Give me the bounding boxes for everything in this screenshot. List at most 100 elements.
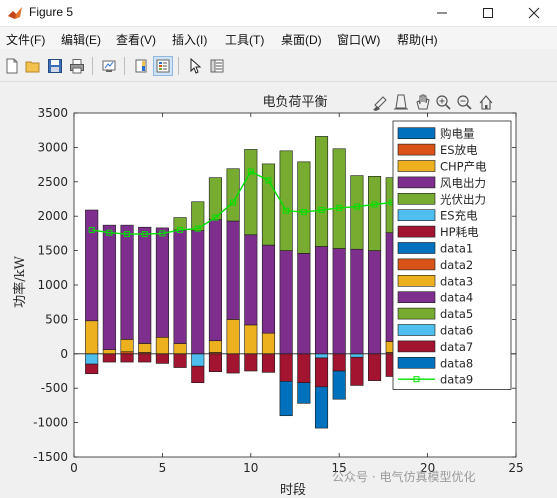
x-tick-label: 0 [70,461,78,475]
legend-label: data4 [440,291,473,305]
property-inspector-button[interactable] [207,56,227,76]
bar-neg-s1-t16 [350,356,364,386]
legend-swatch [397,274,436,287]
y-tick-label: 500 [45,312,68,326]
legend-label: ES充电 [440,209,478,223]
print-button[interactable] [67,56,87,76]
menu-tools[interactable]: 工具(T) [225,31,264,48]
legend-label: ES放电 [440,143,478,157]
minimize-icon [437,12,447,14]
pointer-icon [190,58,202,74]
bar-pos-s2-t6 [173,343,187,355]
bar-pos-s3-t7 [191,230,205,355]
save-button[interactable] [45,56,65,76]
close-button[interactable] [511,0,557,26]
open-file-icon [25,61,40,73]
y-tick-label: 2500 [37,175,68,189]
bar-pos-s3-t1 [85,209,99,322]
bar-pos-s3-t17 [368,250,382,355]
chart-title: 电负荷平衡 [262,95,327,110]
y-tick-label: 2000 [37,209,68,223]
bar-neg-s1-t12 [279,353,293,382]
bar-neg-s1-t17 [368,353,382,381]
bar-pos-s3-t9 [226,220,240,320]
link-plot-button[interactable] [99,56,119,76]
bar-pos-s4-t12 [279,150,293,251]
bar-neg-s2-t15 [332,370,346,400]
insert-colorbar-button[interactable] [131,56,151,76]
brush-icon-part [374,96,387,109]
maximize-button[interactable] [465,0,511,26]
legend-label: data1 [440,242,473,256]
bar-neg-s1-t15 [332,353,346,372]
bar-neg-s1-t13 [297,353,311,383]
legend-label: data6 [440,324,473,338]
x-tick-label: 25 [508,461,523,475]
bar-neg-s1-t4 [138,353,152,363]
bar-pos-s3-t2 [102,224,116,350]
bar-pos-s4-t13 [297,161,311,254]
y-tick-label: 0 [60,347,68,361]
home-icon[interactable] [479,95,493,110]
datatip-icon[interactable] [394,94,408,110]
pan-icon-part [416,94,430,110]
legend-swatch [397,258,436,271]
x-tick-label: 10 [243,461,258,475]
zoom-in-icon[interactable] [436,95,451,110]
zoom-in-icon-part [445,104,451,110]
zoom-out-icon[interactable] [457,95,472,110]
insert-legend-button[interactable] [153,56,173,76]
bar-pos-s4-t17 [368,175,382,251]
zoom-out-icon-part [466,104,472,110]
legend-swatch [397,324,436,336]
minimize-button[interactable] [419,0,465,26]
bar-pos-s4-t16 [350,175,364,250]
bar-neg-s1-t6 [173,353,187,368]
menu-bar: 文件(F) 编辑(E) 查看(V) 插入(I) 工具(T) 桌面(D) 窗口(W… [0,27,557,49]
pan-icon[interactable] [416,94,430,110]
menu-edit[interactable]: 编辑(E) [61,31,101,48]
bar-pos-s3-t8 [208,219,222,342]
menu-help[interactable]: 帮助(H) [397,31,438,48]
matlab-app-icon [8,7,22,19]
menu-window[interactable]: 窗口(W) [337,31,380,48]
legend-swatch [397,307,436,320]
brush-icon[interactable] [373,96,387,111]
bar-pos-s3-t6 [173,229,187,344]
bar-neg-s0-t7 [191,353,205,367]
bar-pos-s3-t4 [138,226,152,344]
window-title: Figure 5 [29,5,74,19]
bar-pos-s3-t13 [297,253,311,355]
new-figure-button[interactable] [2,56,22,76]
save-icon [48,59,62,73]
legend-label: data9 [440,373,473,387]
bar-neg-s1-t5 [155,353,169,364]
chart: 电负荷平衡0 5 10 15 20 25-1500-1000-50005001000150… [12,94,524,498]
bar-pos-s2-t5 [155,336,169,355]
title-bar: Figure 5 [0,0,557,27]
bar-neg-s0-t16 [350,353,364,358]
bar-pos-s4-t10 [244,149,258,236]
bar-neg-s1-t2 [102,353,116,363]
bar-pos-s3-t16 [350,248,364,355]
bar-pos-s2-t8 [208,340,222,353]
bar-pos-s2-t10 [244,324,258,355]
menu-view[interactable]: 查看(V) [116,31,156,48]
datatip-icon-part [395,94,407,109]
y-tick-label: 3000 [37,140,68,154]
close-icon [528,7,540,19]
bar-neg-s0-t14 [314,353,329,359]
open-file-button[interactable] [23,56,43,76]
legend-label: 风电出力 [440,176,486,190]
menu-file[interactable]: 文件(F) [6,31,45,48]
bar-neg-s1-t1 [85,363,99,375]
bar-neg-s2-t13 [297,382,311,404]
menu-desktop[interactable]: 桌面(D) [281,31,322,48]
menu-insert[interactable]: 插入(I) [172,31,207,48]
bar-neg-s1-t7 [191,365,205,383]
edit-plot-button[interactable] [185,56,205,76]
toolbar-separator [92,57,93,75]
y-axis-label: 功率/kW [12,256,28,308]
bar-pos-s2-t2 [102,349,116,355]
y-tick-label: 3500 [37,106,68,120]
